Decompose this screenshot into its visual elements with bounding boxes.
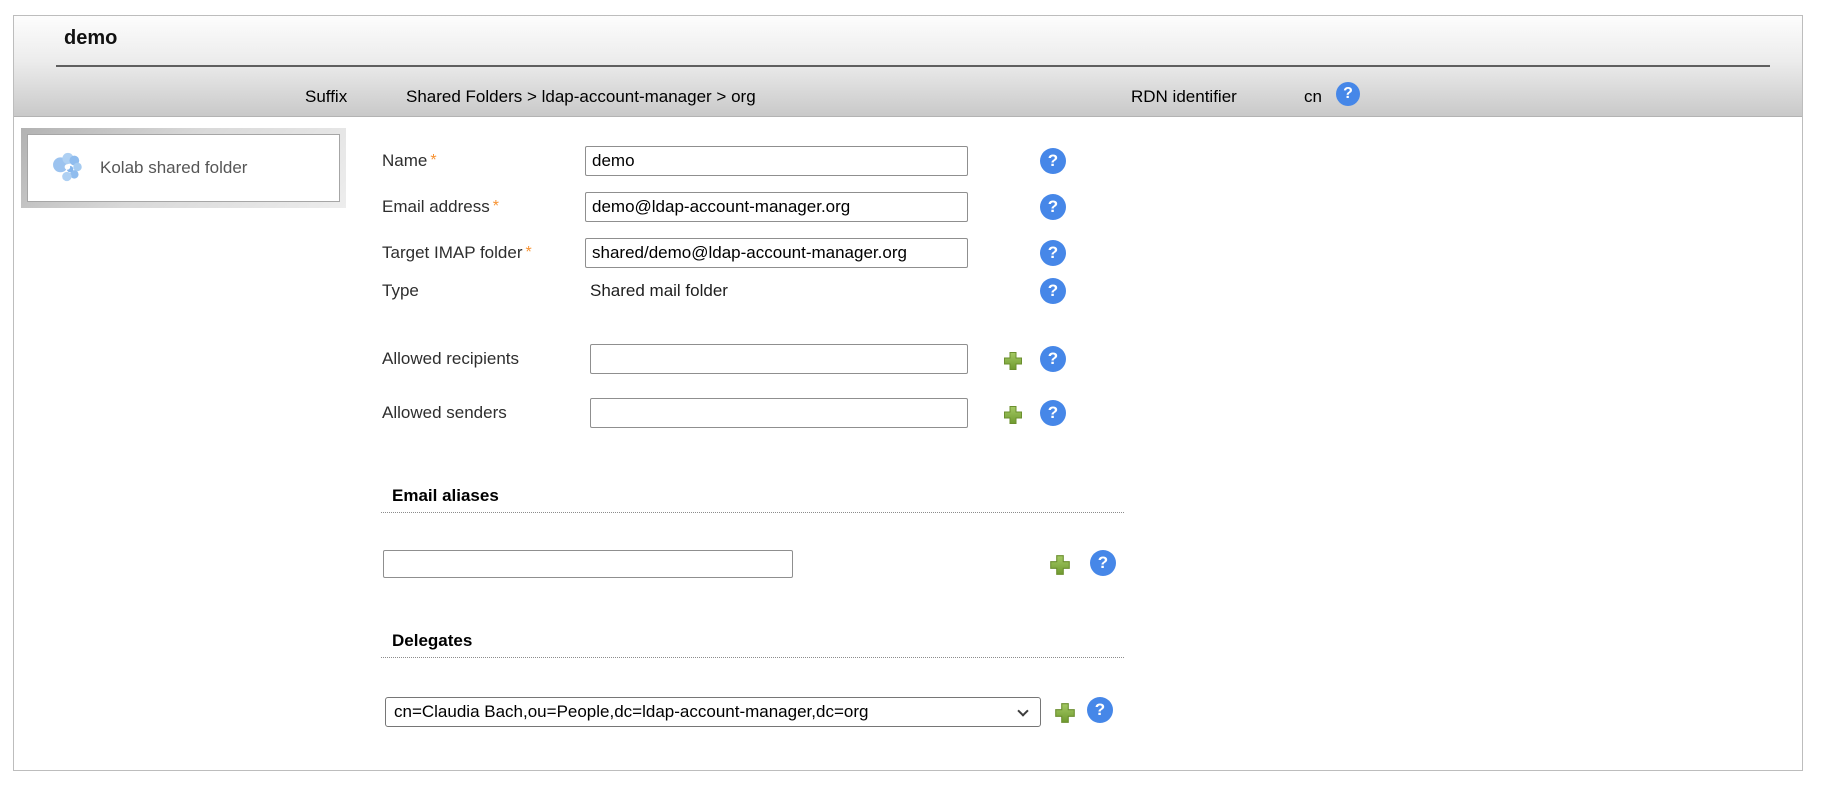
form-row-target-imap-folder: Target IMAP folder* ?: [14, 238, 1114, 272]
section-divider: [381, 657, 1124, 658]
allowed-senders-input[interactable]: [590, 398, 968, 428]
suffix-breadcrumb: Shared Folders > ldap-account-manager > …: [406, 87, 756, 107]
delegates-heading: Delegates: [392, 631, 472, 651]
suffix-label: Suffix: [305, 87, 347, 107]
name-label: Name*: [382, 151, 437, 171]
add-icon[interactable]: [1053, 701, 1077, 725]
header: demo Suffix Shared Folders > ldap-accoun…: [14, 16, 1802, 117]
chevron-down-icon: [1017, 705, 1028, 716]
add-icon[interactable]: [1002, 350, 1024, 372]
help-icon[interactable]: ?: [1040, 240, 1066, 266]
account-edit-panel: demo Suffix Shared Folders > ldap-accoun…: [13, 15, 1803, 771]
help-icon[interactable]: ?: [1336, 82, 1360, 106]
form-row-allowed-senders: Allowed senders ?: [14, 398, 1114, 432]
required-marker: *: [430, 152, 436, 169]
email-alias-input[interactable]: [383, 550, 793, 578]
form-row-type: Type Shared mail folder ?: [14, 276, 1114, 310]
section-divider: [381, 512, 1124, 513]
rdn-identifier-value: cn: [1304, 87, 1322, 107]
required-marker: *: [493, 198, 499, 215]
allowed-recipients-label: Allowed recipients: [382, 349, 519, 369]
help-icon[interactable]: ?: [1040, 148, 1066, 174]
form-row-name: Name* ?: [14, 146, 1114, 180]
help-icon[interactable]: ?: [1087, 697, 1113, 723]
title-divider: [56, 65, 1770, 67]
allowed-recipients-input[interactable]: [590, 344, 968, 374]
help-icon[interactable]: ?: [1040, 194, 1066, 220]
email-address-label: Email address*: [382, 197, 499, 217]
rdn-identifier-label: RDN identifier: [1131, 87, 1237, 107]
email-address-input[interactable]: [585, 192, 968, 222]
target-imap-folder-label: Target IMAP folder*: [382, 243, 532, 263]
type-label: Type: [382, 281, 419, 301]
delegates-select[interactable]: cn=Claudia Bach,ou=People,dc=ldap-accoun…: [385, 697, 1041, 727]
allowed-senders-label: Allowed senders: [382, 403, 507, 423]
form-row-email-address: Email address* ?: [14, 192, 1114, 226]
type-value: Shared mail folder: [590, 281, 728, 301]
help-icon[interactable]: ?: [1090, 550, 1116, 576]
target-imap-folder-input[interactable]: [585, 238, 968, 268]
help-icon[interactable]: ?: [1040, 400, 1066, 426]
email-aliases-heading: Email aliases: [392, 486, 499, 506]
page: demo Suffix Shared Folders > ldap-accoun…: [0, 0, 1830, 794]
help-icon[interactable]: ?: [1040, 278, 1066, 304]
help-icon[interactable]: ?: [1040, 346, 1066, 372]
required-marker: *: [525, 244, 531, 261]
name-input[interactable]: [585, 146, 968, 176]
page-title: demo: [64, 27, 117, 50]
add-icon[interactable]: [1002, 404, 1024, 426]
form-row-allowed-recipients: Allowed recipients ?: [14, 344, 1114, 378]
delegates-selected-value: cn=Claudia Bach,ou=People,dc=ldap-accoun…: [394, 702, 868, 722]
add-icon[interactable]: [1048, 553, 1072, 577]
